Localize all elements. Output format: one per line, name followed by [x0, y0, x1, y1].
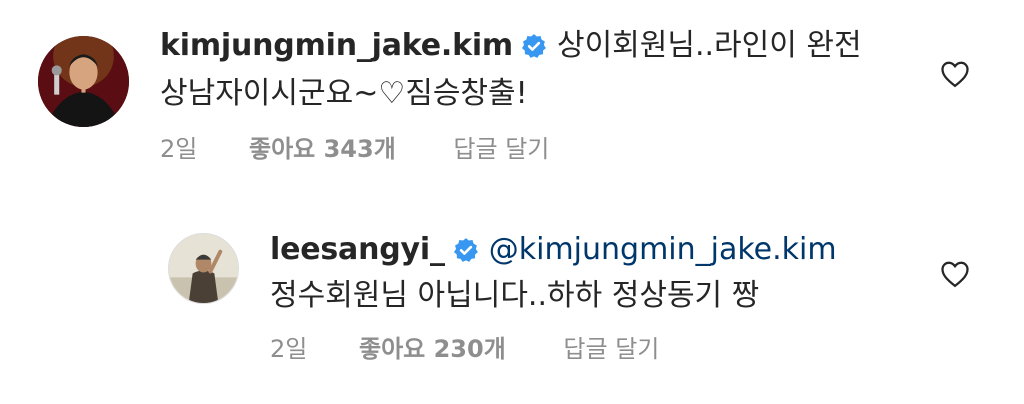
username-link[interactable]: leesangyi_: [270, 232, 445, 267]
comment-header: kimjungmin_jake.kim 상이회원님..라인이 완전: [160, 26, 862, 66]
avatar-photo: [38, 36, 129, 127]
avatar[interactable]: [168, 233, 239, 304]
likes-count[interactable]: 좋아요 343개: [249, 135, 396, 163]
comment-text-line1: 상이회원님..라인이 완전: [556, 28, 862, 63]
avatar-photo: [169, 234, 238, 303]
reply-header: leesangyi_ @kimjungmin_jake.kim: [270, 230, 837, 270]
verified-badge-icon: [453, 237, 479, 263]
heart-outline-icon[interactable]: [940, 260, 970, 288]
comment-text-line2: 상남자이시군요~♡짐승창출!: [160, 76, 528, 111]
heart-outline-icon[interactable]: [940, 60, 970, 88]
comment-meta: 2일 좋아요 343개 답글 달기: [160, 134, 549, 164]
reply-button[interactable]: 답글 달기: [563, 335, 659, 363]
comment-time[interactable]: 2일: [270, 335, 307, 363]
verified-badge-icon: [521, 33, 547, 59]
reply-button[interactable]: 답글 달기: [453, 135, 549, 163]
comment-time[interactable]: 2일: [160, 135, 197, 163]
comment-text-line2: 정수회원님 아닙니다..하하 정상동기 짱: [270, 278, 760, 313]
mention-link[interactable]: @kimjungmin_jake.kim: [489, 232, 837, 267]
username-link[interactable]: kimjungmin_jake.kim: [160, 28, 513, 63]
comment-meta: 2일 좋아요 230개 답글 달기: [270, 334, 659, 364]
avatar[interactable]: [38, 36, 129, 127]
likes-count[interactable]: 좋아요 230개: [359, 335, 506, 363]
